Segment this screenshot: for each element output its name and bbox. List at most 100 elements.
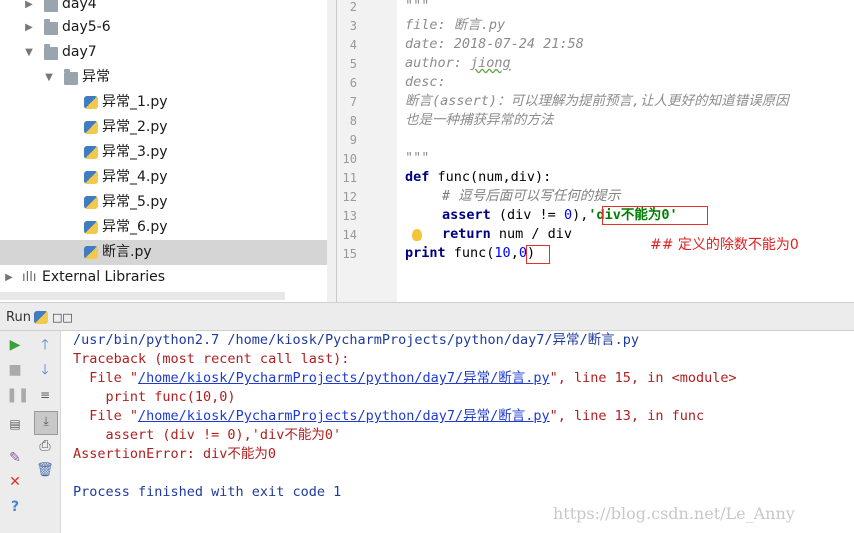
tree-vertical-scrollbar[interactable] <box>327 0 336 302</box>
tree-item-label: 异常_6.py <box>102 219 168 235</box>
tree-item-label: 断言.py <box>102 244 152 260</box>
file-link[interactable]: /home/kiosk/PycharmProjects/python/day7/… <box>138 370 550 386</box>
code-line: return num / div <box>442 225 572 244</box>
soft-wrap-icon[interactable]: ≡ <box>36 386 54 404</box>
collapse-arrow-icon[interactable]: ▼ <box>24 48 34 58</box>
highlight-box <box>526 245 550 264</box>
tree-item-label: day7 <box>62 44 97 60</box>
tree-item-file-selected[interactable]: 断言.py <box>0 240 336 265</box>
python-file-icon <box>84 121 98 134</box>
project-tree: ▶ day4 ▶ day5-6 ▼ day7 ▼ 异常 异常_1.py 异常_2… <box>0 0 337 302</box>
console-token: ", line 15, in <module> <box>549 370 737 386</box>
code-line: 断言(assert)：可以理解为提前预言,让人更好的知道错误原因 <box>405 93 789 109</box>
code-token: 0 <box>563 207 573 223</box>
console-token: File " <box>73 370 139 386</box>
scroll-to-end-icon[interactable]: ⤓ <box>34 411 58 435</box>
tree-item-exceptions-folder[interactable]: ▼ 异常 <box>0 65 336 90</box>
code-line: author: jiong <box>405 54 511 73</box>
close-icon[interactable]: ✕ <box>6 473 24 491</box>
tree-item-label: External Libraries <box>42 269 165 285</box>
file-link[interactable]: /home/kiosk/PycharmProjects/python/day7/… <box>138 408 550 424</box>
tree-horizontal-scrollbar[interactable] <box>0 292 285 300</box>
tree-item-label: 异常_1.py <box>102 94 168 110</box>
run-console[interactable]: /usr/bin/python2.7 /home/kiosk/PycharmPr… <box>61 331 854 533</box>
code-token: def <box>405 169 430 185</box>
tree-item-day5-6[interactable]: ▶ day5-6 <box>0 15 336 40</box>
rerun-icon[interactable]: ▶ <box>6 336 24 354</box>
console-line: File "/home/kiosk/PycharmProjects/python… <box>73 407 704 426</box>
console-line: assert (div != 0),'div不能为0' <box>73 427 342 443</box>
code-line: print func(10,0) <box>405 244 535 263</box>
line-number: 5 <box>349 57 357 71</box>
pin-icon[interactable]: ✎ <box>6 449 24 467</box>
console-line: Process finished with exit code 1 <box>73 484 342 500</box>
line-number: 6 <box>349 76 357 90</box>
expand-arrow-icon[interactable]: ▶ <box>4 273 14 283</box>
layout-icon[interactable]: ▤ <box>6 415 24 433</box>
scroll-up-icon[interactable]: 🡑 <box>36 336 54 354</box>
code-token: func(num,div): <box>429 169 552 185</box>
code-token: (div != <box>490 207 564 223</box>
run-label: Run <box>6 310 31 325</box>
highlight-box <box>602 206 708 225</box>
line-number: 3 <box>349 19 357 33</box>
code-token: , <box>510 245 519 261</box>
tree-item-file[interactable]: 异常_4.py <box>0 165 336 190</box>
console-line: /usr/bin/python2.7 /home/kiosk/PycharmPr… <box>73 332 640 348</box>
tree-item-external-libraries[interactable]: ▶ ıllı External Libraries <box>0 265 336 290</box>
scroll-down-icon[interactable]: 🡓 <box>36 361 54 379</box>
run-toolbar: ▶ 🡑 ■ 🡓 ❚❚ ≡ ▤ ⤓ ⎙ ✎ 🗑 ✕ ? <box>0 331 61 533</box>
pause-icon[interactable]: ❚❚ <box>6 386 29 404</box>
trash-icon[interactable]: 🗑 <box>36 461 54 479</box>
tree-item-file[interactable]: 异常_5.py <box>0 190 336 215</box>
console-line: AssertionError: div不能为0 <box>73 446 277 462</box>
python-file-icon <box>84 246 98 259</box>
line-number: 4 <box>349 38 357 52</box>
expand-arrow-icon[interactable]: ▶ <box>24 23 34 33</box>
tree-item-file[interactable]: 异常_1.py <box>0 90 336 115</box>
line-number: 10 <box>342 152 357 166</box>
library-icon: ıllı <box>22 270 37 285</box>
code-token: print <box>405 245 446 261</box>
line-number: 7 <box>349 95 357 109</box>
folder-icon <box>44 44 58 60</box>
tree-item-label: day5-6 <box>62 19 111 35</box>
folder-icon <box>44 19 58 35</box>
tree-item-file[interactable]: 异常_6.py <box>0 215 336 240</box>
console-line: Traceback (most recent call last): <box>73 351 350 367</box>
run-tool-window-header: Run □□ <box>0 306 854 331</box>
python-file-icon <box>84 221 98 234</box>
code-line: file: 断言.py <box>405 17 506 33</box>
code-line: 也是一种捕获异常的方法 <box>405 112 554 128</box>
line-number: 12 <box>342 190 357 204</box>
line-number: 13 <box>342 209 357 223</box>
code-line: """ <box>405 0 430 14</box>
line-numbers: 2 3 4 5 6 7 8 9 10 11 12 13 14 15 <box>337 0 397 302</box>
collapse-arrow-icon[interactable]: ▼ <box>44 73 54 83</box>
line-number: 8 <box>349 114 357 128</box>
python-icon <box>34 311 48 324</box>
run-config-name[interactable]: □□ <box>52 306 73 330</box>
print-icon[interactable]: ⎙ <box>36 437 54 455</box>
console-line: File "/home/kiosk/PycharmProjects/python… <box>73 369 737 388</box>
expand-arrow-icon[interactable]: ▶ <box>24 0 34 10</box>
code-token: jiong <box>470 55 511 71</box>
tree-item-label: 异常 <box>82 69 110 85</box>
code-token: func( <box>445 245 495 261</box>
tree-item-file[interactable]: 异常_3.py <box>0 140 336 165</box>
lightbulb-icon[interactable] <box>412 229 422 241</box>
python-file-icon <box>84 196 98 209</box>
python-file-icon <box>84 171 98 184</box>
console-token: File " <box>73 408 139 424</box>
line-number: 9 <box>349 133 357 147</box>
tree-item-label: 异常_4.py <box>102 169 168 185</box>
python-file-icon <box>84 146 98 159</box>
help-icon[interactable]: ? <box>6 498 24 516</box>
tree-item-file[interactable]: 异常_2.py <box>0 115 336 140</box>
annotation-text: ## 定义的除数不能为0 <box>650 237 799 253</box>
code-token: 10 <box>494 245 511 261</box>
tree-item-day7[interactable]: ▼ day7 <box>0 40 336 65</box>
folder-icon <box>44 0 58 12</box>
code-token: num / div <box>490 226 573 242</box>
stop-icon[interactable]: ■ <box>6 361 24 379</box>
